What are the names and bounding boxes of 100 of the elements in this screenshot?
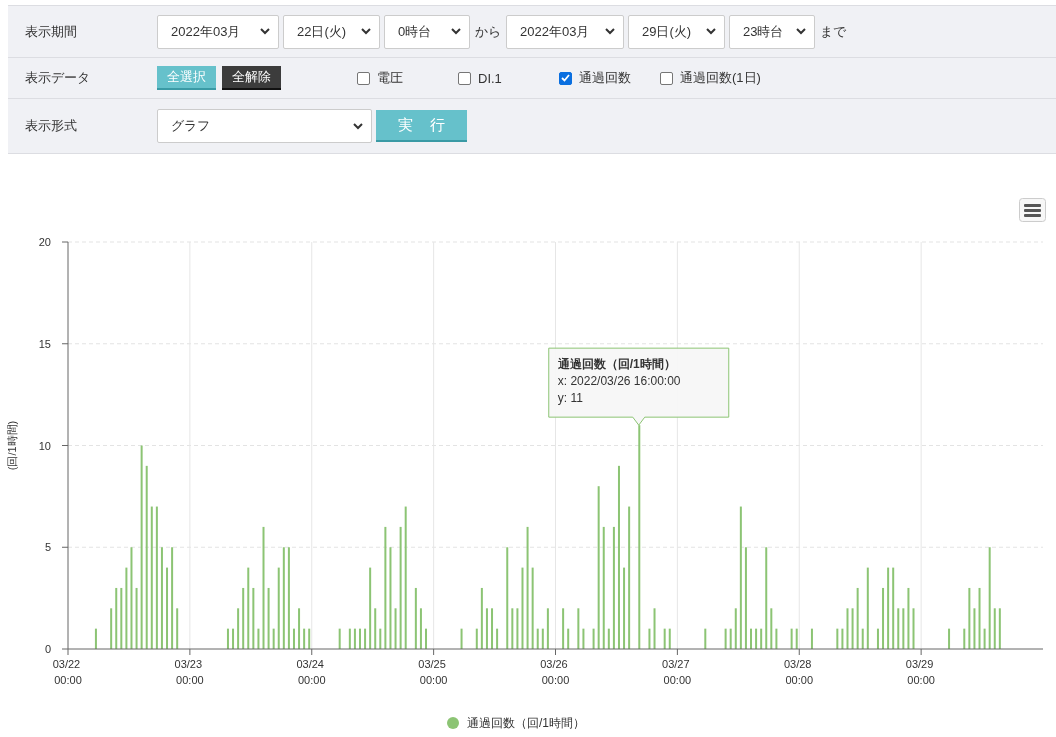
bar: [541, 628, 544, 649]
bar: [907, 587, 910, 649]
x-tick-label: 03/24 00:00: [296, 658, 326, 686]
chevron-down-icon: [353, 122, 363, 130]
bar: [577, 608, 580, 649]
bar: [546, 608, 549, 649]
row-label: 表示データ: [25, 69, 91, 87]
bar: [496, 628, 499, 649]
y-tick-label: 5: [44, 541, 51, 554]
bar: [775, 628, 778, 649]
checkbox-label: DI.1: [478, 70, 502, 86]
bar: [374, 608, 377, 649]
chevron-down-icon: [706, 28, 716, 35]
bar: [94, 628, 97, 649]
bar: [252, 587, 255, 649]
y-axis-title: (回/1時間): [6, 420, 18, 471]
bar: [120, 587, 123, 649]
bar: [272, 628, 275, 649]
row-label: 表示期間: [25, 22, 78, 41]
dropdown[interactable]: 0時台: [384, 14, 470, 49]
bar: [836, 628, 839, 649]
bar: [516, 608, 519, 649]
bar: [242, 587, 245, 649]
bar: [755, 628, 758, 649]
bar: [668, 628, 671, 649]
x-tick-label: 03/25 00:00: [418, 658, 448, 686]
checkbox-label: 通過回数: [579, 69, 631, 87]
bar: [257, 628, 260, 649]
bar: [511, 608, 514, 649]
clear-all-button[interactable]: 全解除: [222, 66, 281, 90]
dropdown[interactable]: グラフ: [157, 109, 372, 143]
checkbox[interactable]: [458, 71, 471, 85]
bar: [567, 628, 570, 649]
bar: [729, 628, 732, 649]
bar: [760, 628, 763, 649]
tooltip-title: 通過回数（回/1時間）: [557, 357, 676, 372]
bar: [968, 587, 971, 649]
bar: [902, 608, 905, 649]
bar: [419, 608, 422, 649]
bar: [308, 628, 311, 649]
bar: [724, 628, 727, 649]
legend-item[interactable]: 通過回数（回/1時間）: [447, 716, 585, 730]
bar: [592, 628, 595, 649]
bar: [460, 628, 463, 649]
checkbox[interactable]: [559, 71, 572, 85]
bar: [607, 628, 610, 649]
bar: [897, 608, 900, 649]
y-tick-label: 20: [38, 236, 51, 248]
y-tick-label: 15: [38, 337, 51, 350]
bar: [353, 628, 356, 649]
bar: [536, 628, 539, 649]
dropdown[interactable]: 2022年03月: [506, 14, 624, 49]
dropdown[interactable]: 29日(火): [628, 14, 725, 49]
bar: [841, 628, 844, 649]
x-tick-label: 03/26 00:00: [540, 658, 570, 686]
bar: [226, 628, 229, 649]
bar: [861, 628, 864, 649]
bar: [232, 628, 235, 649]
bar: [963, 628, 966, 649]
bar: [379, 628, 382, 649]
row-label: 表示形式: [25, 117, 78, 135]
bar: [582, 628, 585, 649]
bar: [653, 608, 656, 649]
legend-label: 通過回数（回/1時間）: [467, 716, 586, 730]
bar: [135, 587, 138, 649]
until-text: まで: [820, 22, 846, 41]
bar: [480, 587, 483, 649]
dropdown[interactable]: 22日(火): [283, 14, 380, 49]
tooltip-x-value: x: 2022/03/26 16:00:00: [557, 374, 681, 389]
bar: [663, 628, 666, 649]
bar: [648, 628, 651, 649]
bar: [475, 628, 478, 649]
bar: [846, 608, 849, 649]
x-tick-label: 03/28 00:00: [783, 658, 813, 686]
y-tick-label: 0: [44, 643, 51, 655]
chevron-down-icon: [605, 28, 615, 35]
bar: [414, 587, 417, 649]
bar: [770, 608, 773, 649]
x-tick-label: 03/27 00:00: [662, 658, 692, 686]
bar: [978, 587, 981, 649]
bar: [876, 628, 879, 649]
bar: [303, 628, 306, 649]
dropdown[interactable]: 23時台: [729, 14, 815, 49]
checkbox[interactable]: [357, 71, 370, 85]
x-tick-label: 03/23 00:00: [174, 658, 204, 686]
chevron-down-icon: [361, 28, 371, 35]
bar: [790, 628, 793, 649]
bar: [394, 608, 397, 649]
menu-icon[interactable]: [1019, 198, 1046, 222]
bar: [734, 608, 737, 649]
checkbox[interactable]: [660, 71, 673, 85]
bar: [882, 587, 885, 649]
bar: [993, 608, 996, 649]
dropdown[interactable]: 2022年03月: [157, 14, 279, 49]
bar: [562, 608, 565, 649]
bar: [851, 608, 854, 649]
checkbox-label: 通過回数(1日): [680, 69, 761, 87]
bar: [364, 628, 367, 649]
x-tick-label: 03/29 00:00: [905, 658, 935, 686]
bar: [795, 628, 798, 649]
